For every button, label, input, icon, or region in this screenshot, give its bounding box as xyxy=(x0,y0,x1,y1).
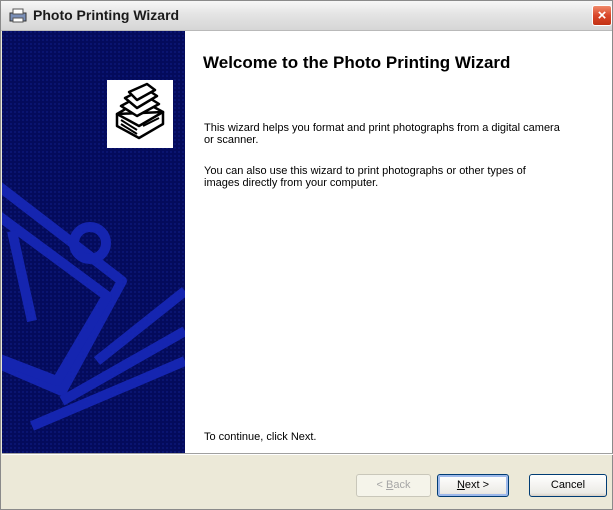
cancel-button[interactable]: Cancel xyxy=(529,474,607,497)
page-title: Welcome to the Photo Printing Wizard xyxy=(203,53,511,72)
close-button[interactable]: × xyxy=(592,5,612,26)
secondary-paragraph: You can also use this wizard to print ph… xyxy=(204,165,526,189)
close-icon: × xyxy=(597,7,607,24)
wizard-sidebar xyxy=(2,31,185,453)
next-button[interactable]: Next > xyxy=(437,474,509,497)
intro-paragraph: This wizard helps you format and print p… xyxy=(204,122,560,146)
wizard-window: Photo Printing Wizard × Welcome to the P… xyxy=(0,0,613,510)
title-bar[interactable]: Photo Printing Wizard × xyxy=(1,1,612,31)
continue-instruction: To continue, click Next. xyxy=(204,431,317,443)
button-divider xyxy=(2,453,613,455)
window-title: Photo Printing Wizard xyxy=(33,7,180,23)
next-label-rest: ext > xyxy=(464,479,490,491)
photo-printer-icon xyxy=(115,82,165,140)
back-label-rest: ack xyxy=(393,479,411,491)
back-button[interactable]: < Back xyxy=(356,474,431,497)
back-label-prefix: < xyxy=(376,479,386,491)
wizard-content: Welcome to the Photo Printing Wizard Thi… xyxy=(185,31,612,453)
next-label-mnemonic: N xyxy=(456,479,465,491)
wizard-logo xyxy=(107,80,173,148)
printer-icon xyxy=(9,8,27,23)
